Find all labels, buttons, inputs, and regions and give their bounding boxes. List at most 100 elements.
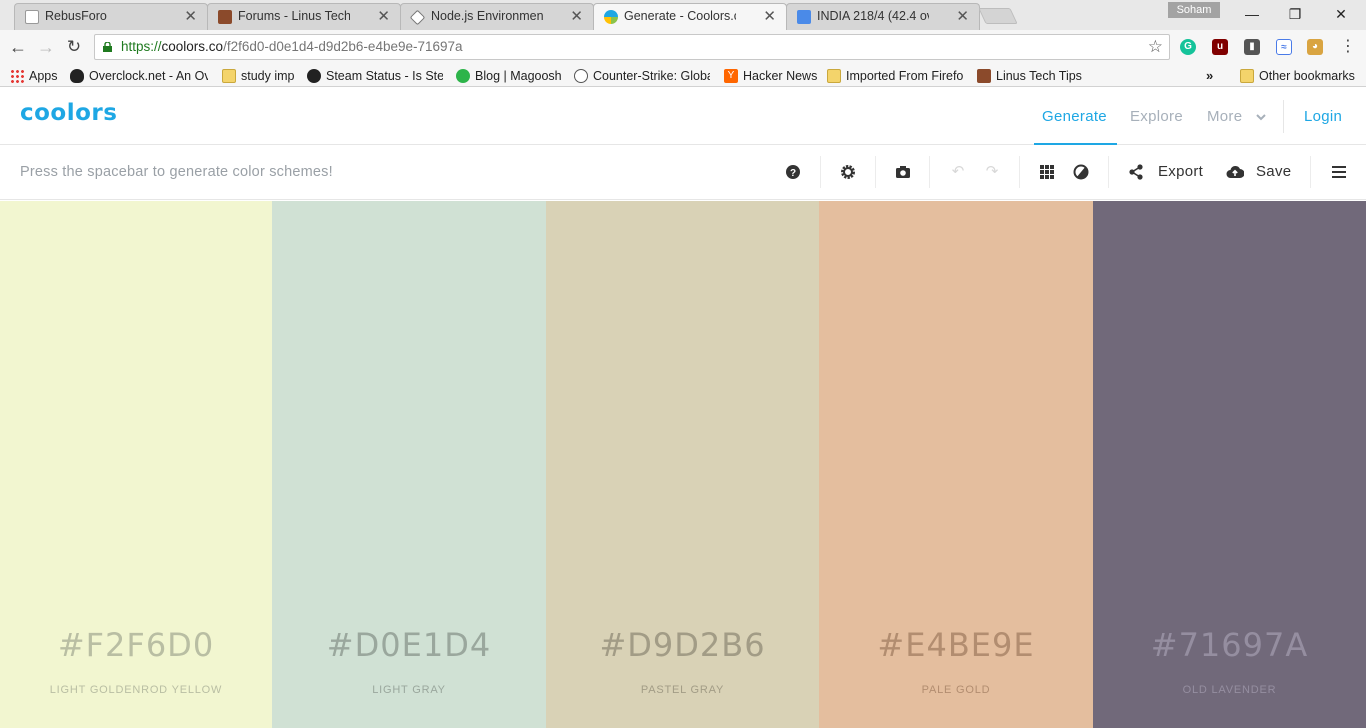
bookmark-folder-imported[interactable]: Imported From Firefo	[827, 67, 963, 85]
tab-title: Generate - Coolors.co	[624, 9, 736, 23]
tab-title: Forums - Linus Tech Tips	[238, 9, 350, 23]
back-arrow-icon[interactable]: ←	[6, 35, 30, 59]
bookmark-overclock[interactable]: Overclock.net - An Ov	[70, 67, 208, 85]
swatch-hex-code[interactable]: #F2F6D0	[0, 626, 272, 664]
color-swatch[interactable]: #D0E1D4 LIGHT GRAY	[272, 201, 546, 728]
nav-explore[interactable]: Explore	[1130, 88, 1183, 145]
site-header: coolors Generate Explore More Login	[0, 88, 1366, 145]
swatch-color-name: PALE GOLD	[921, 684, 991, 696]
new-tab-button[interactable]	[978, 8, 1018, 24]
swatch-hex-code[interactable]: #E4BE9E	[819, 626, 1093, 664]
settings-gear-icon[interactable]	[840, 160, 856, 184]
bookmark-magoosh[interactable]: Blog | Magoosh	[456, 67, 564, 85]
url-path: /f2f6d0-d0e1d4-d9d2b6-e4be9e-71697a	[223, 39, 463, 54]
restore-icon[interactable]: ❐	[1283, 4, 1307, 24]
browser-tab[interactable]: RebusForo ✕	[14, 3, 208, 30]
close-tab-icon[interactable]: ✕	[763, 4, 776, 29]
swatch-hex-code[interactable]: #D9D2B6	[546, 626, 819, 664]
address-bar[interactable]: https://coolors.co/f2f6d0-d0e1d4-d9d2b6-…	[94, 34, 1170, 60]
url-scheme: https://	[121, 39, 162, 54]
login-link[interactable]: Login	[1304, 88, 1342, 145]
color-swatch[interactable]: #71697A OLD LAVENDER	[1093, 201, 1366, 728]
extension-icon[interactable]: ≈	[1276, 39, 1292, 55]
browser-tab[interactable]: INDIA 218/4 (42.4 ov, KM ✕	[786, 3, 980, 30]
page-icon	[25, 10, 39, 24]
bookmark-label: Other bookmarks	[1259, 69, 1355, 83]
toolbar-divider	[1019, 156, 1020, 188]
folder-icon	[1240, 69, 1254, 83]
grammarly-icon[interactable]: G	[1180, 39, 1196, 55]
swatch-hex-code[interactable]: #D0E1D4	[272, 626, 546, 664]
bookmarks-overflow-icon[interactable]: »	[1206, 67, 1213, 85]
color-swatch[interactable]: #D9D2B6 PASTEL GRAY	[546, 201, 819, 728]
other-bookmarks[interactable]: Other bookmarks	[1240, 67, 1360, 85]
bookmark-label: Overclock.net - An Ov	[89, 69, 208, 83]
coolors-logo[interactable]: coolors	[20, 100, 117, 126]
folder-icon	[222, 69, 236, 83]
bookmark-apps[interactable]: Apps	[10, 67, 65, 85]
bookmark-label: study imp	[241, 69, 295, 83]
close-window-icon[interactable]: ✕	[1329, 4, 1353, 24]
cloud-upload-icon[interactable]	[1226, 160, 1244, 184]
close-tab-icon[interactable]: ✕	[570, 4, 583, 29]
ublock-icon[interactable]: u	[1212, 39, 1228, 55]
lock-icon	[103, 42, 112, 52]
browser-tab[interactable]: Forums - Linus Tech Tips ✕	[207, 3, 401, 30]
nav-generate[interactable]: Generate	[1042, 88, 1107, 145]
save-button[interactable]: Save	[1256, 160, 1291, 184]
close-tab-icon[interactable]: ✕	[184, 4, 197, 29]
browser-tab-active[interactable]: Generate - Coolors.co ✕	[593, 3, 787, 30]
toolbar-divider	[875, 156, 876, 188]
bookmark-counter-strike[interactable]: Counter-Strike: Global	[574, 67, 710, 85]
bookmark-star-icon[interactable]: ☆	[1148, 37, 1163, 57]
header-divider	[1283, 100, 1284, 133]
export-button[interactable]: Export	[1158, 160, 1203, 184]
redo-icon[interactable]: ↷	[983, 160, 1001, 184]
hamburger-menu-icon[interactable]	[1331, 160, 1347, 184]
url-host: coolors.co	[161, 39, 224, 54]
color-palette: #F2F6D0 LIGHT GOLDENROD YELLOW #D0E1D4 L…	[0, 201, 1366, 728]
bookmarks-bar: Apps Overclock.net - An Ov study imp Ste…	[0, 64, 1366, 87]
generator-toolbar: Press the spacebar to generate color sch…	[0, 146, 1366, 200]
undo-icon[interactable]: ↶	[949, 160, 967, 184]
color-swatch[interactable]: #F2F6D0 LIGHT GOLDENROD YELLOW	[0, 201, 272, 728]
bookmark-folder-study[interactable]: study imp	[222, 67, 300, 85]
share-icon[interactable]	[1128, 160, 1144, 184]
swatch-color-name: PASTEL GRAY	[640, 684, 725, 696]
bookmark-steam-status[interactable]: Steam Status - Is Stear	[307, 67, 443, 85]
swatch-color-name: LIGHT GRAY	[372, 684, 446, 696]
close-tab-icon[interactable]: ✕	[956, 4, 969, 29]
coolors-icon	[604, 10, 618, 24]
doge-icon[interactable]: ◕	[1307, 39, 1323, 55]
color-swatch[interactable]: #E4BE9E PALE GOLD	[819, 201, 1093, 728]
extension-icon[interactable]: ▮	[1244, 39, 1260, 55]
color-blind-icon[interactable]	[1073, 160, 1089, 184]
reload-icon[interactable]: ↻	[62, 35, 86, 59]
browser-tab[interactable]: Node.js Environment Set ✕	[400, 3, 594, 30]
camera-icon[interactable]	[894, 160, 912, 184]
swatch-hex-code[interactable]: #71697A	[1093, 626, 1366, 664]
apps-grid-icon	[10, 69, 24, 83]
palette-grid-icon[interactable]	[1039, 160, 1055, 184]
spacebar-hint: Press the spacebar to generate color sch…	[20, 164, 333, 180]
help-icon[interactable]: ?	[785, 160, 801, 184]
profile-button[interactable]: Soham	[1168, 2, 1220, 18]
nav-more[interactable]: More	[1207, 88, 1266, 145]
folder-icon	[827, 69, 841, 83]
svg-text:?: ?	[790, 168, 796, 179]
close-tab-icon[interactable]: ✕	[377, 4, 390, 29]
minimize-icon[interactable]: —	[1240, 4, 1264, 24]
url-text: https://coolors.co/f2f6d0-d0e1d4-d9d2b6-…	[121, 35, 463, 59]
menu-kebab-icon[interactable]: ⋮	[1336, 35, 1360, 59]
toolbar-divider	[929, 156, 930, 188]
linus-tech-tips-icon	[977, 69, 991, 83]
nodejs-icon	[409, 9, 426, 26]
steam-gear-icon	[307, 69, 321, 83]
bookmark-hacker-news[interactable]: Y Hacker News	[724, 67, 818, 85]
bookmark-linus-tech-tips[interactable]: Linus Tech Tips	[977, 67, 1087, 85]
bookmark-label: Apps	[29, 69, 58, 83]
magoosh-icon	[456, 69, 470, 83]
browser-tab-strip: RebusForo ✕ Forums - Linus Tech Tips ✕ N…	[0, 0, 1366, 30]
toolbar-divider	[1310, 156, 1311, 188]
forward-arrow-icon[interactable]: →	[34, 35, 58, 59]
